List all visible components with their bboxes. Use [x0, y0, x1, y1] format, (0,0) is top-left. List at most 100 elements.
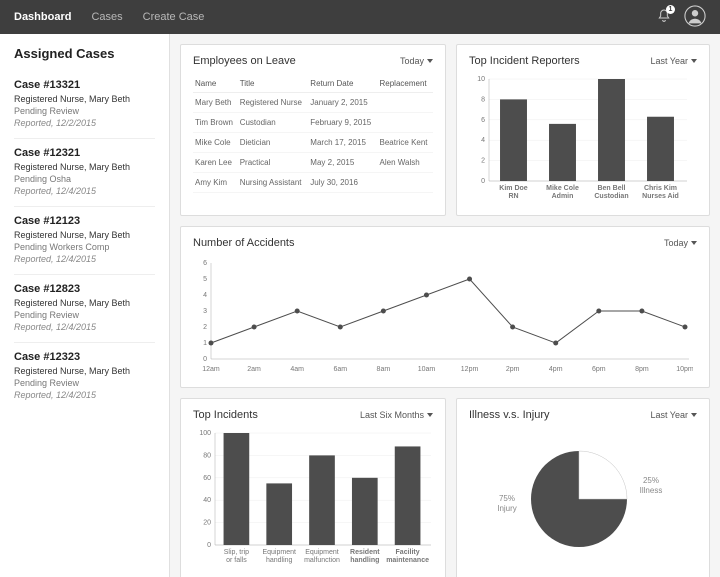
- table-row: Mike ColeDieticianMarch 17, 2015Beatrice…: [193, 133, 433, 153]
- dropdown-accidents[interactable]: Today: [664, 238, 697, 248]
- illness-chart: 75%Injury25%Illness: [469, 429, 689, 569]
- nav: Dashboard Cases Create Case: [14, 11, 204, 23]
- cell: Registered Nurse: [238, 93, 309, 113]
- svg-text:75%: 75%: [499, 494, 515, 503]
- case-item[interactable]: Case #12323 Registered Nurse, Mary Beth …: [14, 342, 155, 410]
- sidebar: Assigned Cases Case #13321 Registered Nu…: [0, 34, 170, 577]
- case-role: Registered Nurse, Mary Beth: [14, 366, 155, 376]
- content: Employees on Leave Today NameTitleReturn…: [170, 34, 720, 577]
- cell: May 2, 2015: [308, 153, 377, 173]
- notifications-button[interactable]: 1: [656, 8, 672, 27]
- svg-text:2: 2: [481, 158, 485, 165]
- cell: Alen Walsh: [378, 153, 434, 173]
- svg-text:Injury: Injury: [497, 504, 517, 513]
- cell: [378, 173, 434, 193]
- reporters-chart: 0246810Kim DoeRNMike ColeAdminBen BellCu…: [469, 75, 689, 205]
- svg-text:0: 0: [481, 178, 485, 185]
- card-title: Top Incident Reporters: [469, 55, 580, 67]
- svg-text:2am: 2am: [247, 366, 261, 373]
- svg-text:Chris Kim: Chris Kim: [644, 185, 677, 192]
- card-top-incidents: Top Incidents Last Six Months 0204060801…: [180, 398, 446, 577]
- table-row: Amy KimNursing AssistantJuly 30, 2016: [193, 173, 433, 193]
- case-reported: Reported, 12/2/2015: [14, 118, 155, 128]
- cell: March 17, 2015: [308, 133, 377, 153]
- cell: Dietician: [238, 133, 309, 153]
- col-header: Name: [193, 75, 238, 93]
- card-title: Top Incidents: [193, 409, 258, 421]
- col-header: Return Date: [308, 75, 377, 93]
- card-top-reporters: Top Incident Reporters Last Year 0246810…: [456, 44, 710, 216]
- cell: Amy Kim: [193, 173, 238, 193]
- case-reported: Reported, 12/4/2015: [14, 390, 155, 400]
- svg-text:Facility: Facility: [396, 549, 420, 556]
- col-header: Title: [238, 75, 309, 93]
- svg-text:20: 20: [203, 520, 211, 527]
- svg-text:Custodian: Custodian: [594, 193, 628, 200]
- case-reported: Reported, 12/4/2015: [14, 322, 155, 332]
- svg-text:8pm: 8pm: [635, 366, 649, 373]
- cell: Custodian: [238, 113, 309, 133]
- chevron-down-icon: [691, 413, 697, 417]
- svg-text:12pm: 12pm: [461, 366, 479, 373]
- case-item[interactable]: Case #12823 Registered Nurse, Mary Beth …: [14, 274, 155, 342]
- case-item[interactable]: Case #12321 Registered Nurse, Mary Beth …: [14, 138, 155, 206]
- case-status: Pending Osha: [14, 174, 155, 184]
- cell: Karen Lee: [193, 153, 238, 173]
- dropdown-reporters[interactable]: Last Year: [650, 56, 697, 66]
- chevron-down-icon: [427, 413, 433, 417]
- cell: Beatrice Kent: [378, 133, 434, 153]
- svg-text:Slip, trip: Slip, trip: [224, 549, 249, 556]
- svg-text:8: 8: [481, 96, 485, 103]
- user-avatar[interactable]: [684, 5, 706, 30]
- cell: January 2, 2015: [308, 93, 377, 113]
- svg-text:RN: RN: [508, 193, 518, 200]
- case-status: Pending Review: [14, 310, 155, 320]
- case-number: Case #13321: [14, 79, 155, 91]
- sidebar-title: Assigned Cases: [14, 46, 155, 61]
- svg-text:4pm: 4pm: [549, 366, 563, 373]
- case-number: Case #12823: [14, 283, 155, 295]
- svg-text:0: 0: [203, 356, 207, 363]
- svg-text:Mike Cole: Mike Cole: [546, 185, 579, 192]
- cell: July 30, 2016: [308, 173, 377, 193]
- topbar: Dashboard Cases Create Case 1: [0, 0, 720, 34]
- svg-text:Kim Doe: Kim Doe: [499, 185, 528, 192]
- col-header: Replacement: [378, 75, 434, 93]
- nav-dashboard[interactable]: Dashboard: [14, 11, 71, 23]
- cell: Tim Brown: [193, 113, 238, 133]
- svg-text:Equipment: Equipment: [305, 549, 339, 556]
- card-title: Illness v.s. Injury: [469, 409, 550, 421]
- case-role: Registered Nurse, Mary Beth: [14, 162, 155, 172]
- svg-text:Nurses Aid: Nurses Aid: [642, 193, 679, 200]
- svg-text:100: 100: [199, 430, 211, 437]
- svg-text:8am: 8am: [377, 366, 391, 373]
- nav-create-case[interactable]: Create Case: [143, 11, 205, 23]
- case-status: Pending Review: [14, 106, 155, 116]
- cell: [378, 93, 434, 113]
- case-reported: Reported, 12/4/2015: [14, 254, 155, 264]
- card-illness-injury: Illness v.s. Injury Last Year 75%Injury2…: [456, 398, 710, 577]
- dropdown-incidents[interactable]: Last Six Months: [360, 410, 433, 420]
- case-item[interactable]: Case #12123 Registered Nurse, Mary Beth …: [14, 206, 155, 274]
- table-row: Mary BethRegistered NurseJanuary 2, 2015: [193, 93, 433, 113]
- cell: Practical: [238, 153, 309, 173]
- chevron-down-icon: [427, 59, 433, 63]
- svg-text:malfunction: malfunction: [304, 557, 340, 564]
- notification-badge: 1: [666, 5, 675, 14]
- svg-text:10pm: 10pm: [676, 366, 693, 373]
- svg-text:12am: 12am: [202, 366, 220, 373]
- card-employees-on-leave: Employees on Leave Today NameTitleReturn…: [180, 44, 446, 216]
- dropdown-illness[interactable]: Last Year: [650, 410, 697, 420]
- svg-text:4: 4: [203, 292, 207, 299]
- case-role: Registered Nurse, Mary Beth: [14, 94, 155, 104]
- svg-text:80: 80: [203, 452, 211, 459]
- svg-text:6: 6: [481, 117, 485, 124]
- svg-text:4: 4: [481, 137, 485, 144]
- svg-text:Illness: Illness: [640, 486, 663, 495]
- incidents-chart: 020406080100Slip, tripor fallsEquipmenth…: [193, 429, 433, 569]
- card-title: Number of Accidents: [193, 237, 295, 249]
- case-item[interactable]: Case #13321 Registered Nurse, Mary Beth …: [14, 71, 155, 138]
- nav-cases[interactable]: Cases: [91, 11, 122, 23]
- dropdown-leave[interactable]: Today: [400, 56, 433, 66]
- svg-text:6pm: 6pm: [592, 366, 606, 373]
